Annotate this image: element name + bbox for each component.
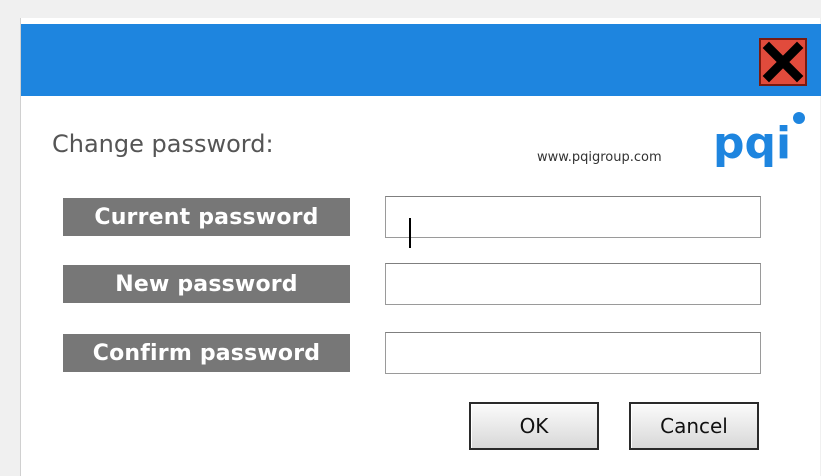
pqi-logo: pqi	[713, 112, 805, 169]
current-password-label: Current password	[63, 198, 350, 236]
new-password-input[interactable]	[385, 263, 761, 305]
logo-text: pqi	[713, 118, 791, 169]
dialog-title: Change password:	[52, 130, 274, 158]
change-password-dialog: Change password: www.pqigroup.com pqi Cu…	[20, 18, 821, 476]
current-password-input[interactable]	[385, 196, 761, 238]
ok-button[interactable]: OK	[469, 402, 599, 450]
website-link: www.pqigroup.com	[537, 150, 662, 165]
confirm-password-input[interactable]	[385, 332, 761, 374]
title-bar	[21, 24, 821, 96]
close-button[interactable]	[759, 38, 807, 86]
close-x-icon	[762, 41, 804, 83]
text-caret	[409, 218, 411, 248]
cancel-button[interactable]: Cancel	[629, 402, 759, 450]
new-password-label: New password	[63, 265, 350, 303]
confirm-password-label: Confirm password	[63, 334, 350, 372]
